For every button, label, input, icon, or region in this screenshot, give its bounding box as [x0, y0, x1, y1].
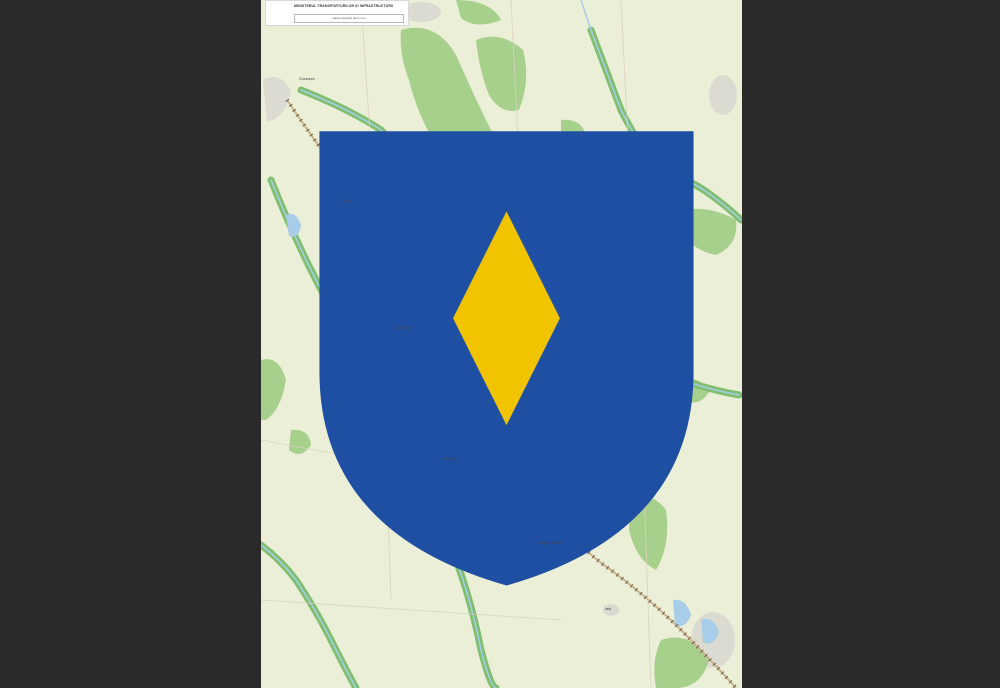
ministry-title: MINISTERUL TRANSPORTURILOR ȘI INFRASTRUC… — [294, 4, 394, 8]
map-subtitle: Harta traseului drum nou — [294, 14, 404, 23]
map-title-block: MINISTERUL TRANSPORTURILOR ȘI INFRASTRUC… — [265, 0, 694, 586]
map-page[interactable]: MINISTERUL TRANSPORTURILOR ȘI INFRASTRUC… — [261, 0, 742, 688]
place-label: Iași — [605, 606, 612, 611]
place-label: Siret — [343, 198, 352, 203]
place-label: Târgu Frumos — [537, 540, 563, 545]
place-label: Dolhasca — [395, 325, 412, 330]
place-label: Suceava — [299, 76, 315, 81]
romanian-coat-of-arms-icon — [319, 131, 694, 586]
document-viewer: MINISTERUL TRANSPORTURILOR ȘI INFRASTRUC… — [0, 0, 1000, 688]
place-label: Pașcani — [444, 456, 459, 461]
